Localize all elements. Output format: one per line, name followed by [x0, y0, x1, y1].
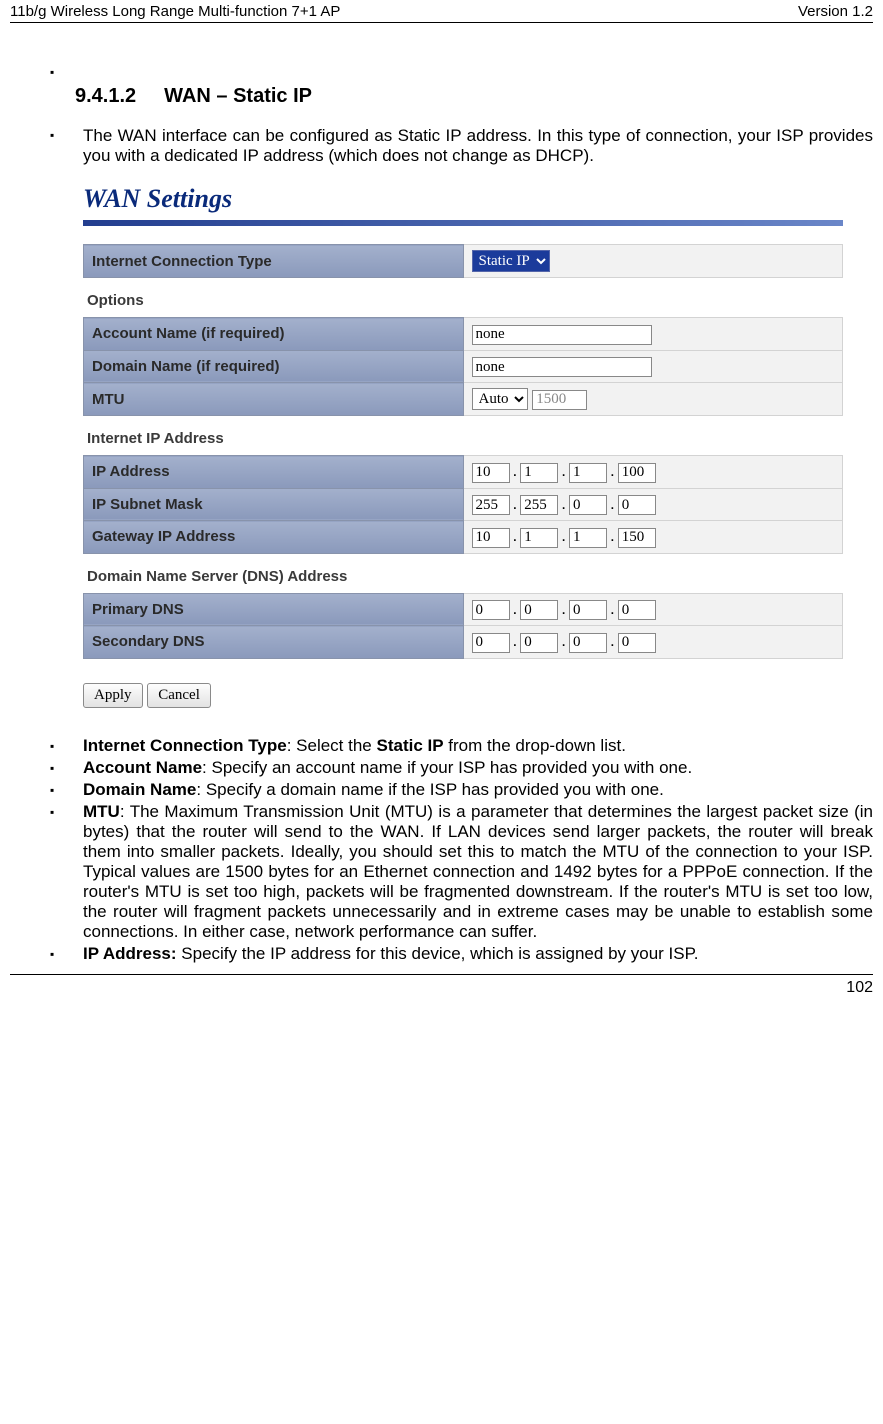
dns-subhead: Domain Name Server (DNS) Address [83, 554, 843, 593]
ip-subhead: Internet IP Address [83, 416, 843, 455]
sdns-oct3[interactable] [569, 633, 607, 653]
empty-bullet [50, 63, 873, 83]
ip-oct3[interactable] [569, 463, 607, 483]
gw-oct3[interactable] [569, 528, 607, 548]
conn-type-label: Internet Connection Type [84, 245, 464, 278]
gw-oct2[interactable] [520, 528, 558, 548]
header-right: Version 1.2 [798, 3, 873, 20]
pdns-oct1[interactable] [472, 600, 510, 620]
account-input[interactable] [472, 325, 652, 345]
pdns-label: Primary DNS [84, 593, 464, 626]
ip-label: IP Address [84, 456, 464, 489]
apply-button[interactable]: Apply [83, 683, 143, 708]
gw-oct4[interactable] [618, 528, 656, 548]
mask-oct1[interactable] [472, 495, 510, 515]
options-subhead: Options [83, 278, 843, 317]
mask-oct4[interactable] [618, 495, 656, 515]
note-domain: Domain Name: Specify a domain name if th… [50, 780, 873, 800]
ip-oct1[interactable] [472, 463, 510, 483]
ip-oct4[interactable] [618, 463, 656, 483]
sdns-oct1[interactable] [472, 633, 510, 653]
pdns-oct4[interactable] [618, 600, 656, 620]
section-title: WAN – Static IP [164, 85, 312, 107]
page-body: 9.4.1.2 WAN – Static IP The WAN interface… [10, 23, 873, 964]
pdns-oct3[interactable] [569, 600, 607, 620]
page-footer: 102 [10, 974, 873, 1001]
gw-label: Gateway IP Address [84, 521, 464, 554]
mask-label: IP Subnet Mask [84, 488, 464, 521]
section-heading: 9.4.1.2 WAN – Static IP [75, 85, 873, 108]
sdns-oct2[interactable] [520, 633, 558, 653]
wan-settings-panel: WAN Settings Internet Connection Type St… [83, 184, 843, 708]
page-header: 11b/g Wireless Long Range Multi-function… [10, 0, 873, 23]
note-account: Account Name: Specify an account name if… [50, 758, 873, 778]
intro-text: The WAN interface can be configured as S… [50, 126, 873, 166]
sdns-label: Secondary DNS [84, 626, 464, 659]
ip-oct2[interactable] [520, 463, 558, 483]
note-ict: Internet Connection Type: Select the Sta… [50, 736, 873, 756]
account-label: Account Name (if required) [84, 318, 464, 351]
sdns-oct4[interactable] [618, 633, 656, 653]
note-mtu: MTU: The Maximum Transmission Unit (MTU)… [50, 802, 873, 942]
mask-oct2[interactable] [520, 495, 558, 515]
pdns-oct2[interactable] [520, 600, 558, 620]
domain-label: Domain Name (if required) [84, 350, 464, 383]
section-number: 9.4.1.2 [75, 85, 136, 107]
mtu-value-input [532, 390, 587, 410]
domain-input[interactable] [472, 357, 652, 377]
mtu-mode-select[interactable]: Auto [472, 388, 528, 410]
note-ipaddress: IP Address: Specify the IP address for t… [50, 944, 873, 964]
conn-type-select[interactable]: Static IP [472, 250, 550, 272]
mtu-label: MTU [84, 383, 464, 416]
cancel-button[interactable]: Cancel [147, 683, 211, 708]
gw-oct1[interactable] [472, 528, 510, 548]
page-number: 102 [846, 979, 873, 997]
panel-title: WAN Settings [83, 184, 843, 214]
title-underline [83, 220, 843, 226]
header-left: 11b/g Wireless Long Range Multi-function… [10, 3, 340, 20]
mask-oct3[interactable] [569, 495, 607, 515]
